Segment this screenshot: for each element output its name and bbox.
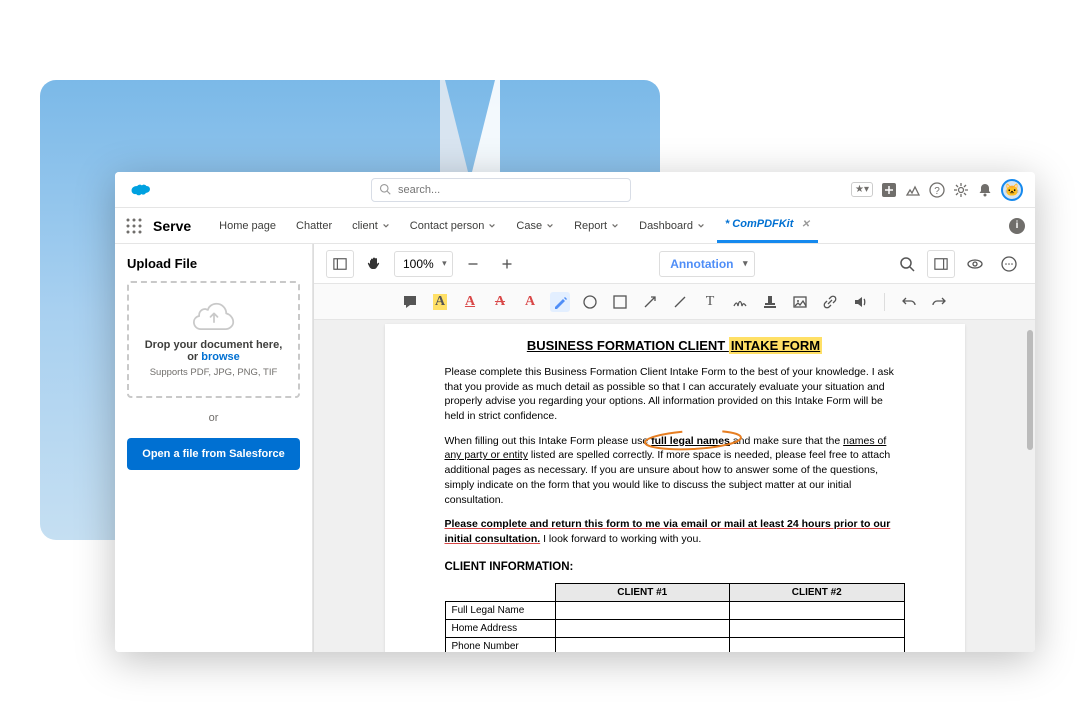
table-header: CLIENT #2	[730, 583, 905, 601]
view-mode-button[interactable]	[961, 250, 989, 278]
more-button[interactable]	[995, 250, 1023, 278]
tab-dashboard[interactable]: Dashboard	[631, 208, 713, 243]
user-avatar[interactable]: 🐱	[1001, 179, 1023, 201]
drop-zone[interactable]: Drop your document here, or browse Suppo…	[127, 281, 300, 398]
drop-text: Drop your document here, or browse	[139, 339, 288, 363]
section-heading: CLIENT INFORMATION:	[445, 561, 905, 573]
tab-client[interactable]: client	[344, 208, 398, 243]
circle-tool[interactable]	[580, 292, 600, 312]
favorites-menu[interactable]: ★▾	[851, 182, 873, 197]
salesforce-logo	[127, 182, 151, 198]
tab-case[interactable]: Case	[508, 208, 562, 243]
line-tool[interactable]	[670, 292, 690, 312]
open-from-salesforce-button[interactable]: Open a file from Salesforce	[127, 438, 300, 470]
close-icon[interactable]: ✕	[801, 219, 809, 230]
stamp-tool[interactable]	[760, 292, 780, 312]
pan-tool-button[interactable]	[360, 250, 388, 278]
upload-title: Upload File	[127, 256, 300, 271]
freetext-tool[interactable]: T	[700, 292, 720, 312]
highlight-tool[interactable]: A	[430, 292, 450, 312]
global-header: ★▾ ? 🐱	[115, 172, 1035, 208]
chevron-down-icon	[488, 222, 496, 230]
cloud-upload-icon	[193, 301, 235, 331]
upload-panel: Upload File Drop your document here, or …	[115, 244, 313, 652]
tab-contact[interactable]: Contact person	[402, 208, 505, 243]
square-tool[interactable]	[610, 292, 630, 312]
or-divider: or	[127, 412, 300, 424]
doc-paragraph: Please complete and return this form to …	[445, 517, 905, 546]
chevron-down-icon	[611, 222, 619, 230]
table-header: CLIENT #1	[555, 583, 730, 601]
mode-select[interactable]: Annotation	[659, 251, 754, 277]
undo-button[interactable]	[899, 292, 919, 312]
chevron-down-icon	[382, 222, 390, 230]
zoom-select[interactable]: 100%	[394, 251, 453, 277]
link-tool[interactable]	[820, 292, 840, 312]
note-tool[interactable]	[400, 292, 420, 312]
document-area[interactable]: BUSINESS FORMATION CLIENT INTAKE FORM Pl…	[314, 320, 1035, 652]
pdf-page: BUSINESS FORMATION CLIENT INTAKE FORM Pl…	[385, 324, 965, 652]
setup-gear-icon[interactable]	[953, 182, 969, 198]
doc-title: BUSINESS FORMATION CLIENT INTAKE FORM	[445, 338, 905, 353]
right-panel-button[interactable]	[927, 250, 955, 278]
tab-compdfkit[interactable]: * ComPDFKit✕	[717, 208, 818, 243]
search-button[interactable]	[893, 250, 921, 278]
doc-paragraph: Please complete this Business Formation …	[445, 365, 905, 424]
chevron-down-icon	[546, 222, 554, 230]
tab-home[interactable]: Home page	[211, 208, 284, 243]
strikeout-tool[interactable]: A	[490, 292, 510, 312]
help-icon[interactable]: ?	[929, 182, 945, 198]
tab-chatter[interactable]: Chatter	[288, 208, 340, 243]
search-icon	[379, 183, 391, 195]
annotation-toolbar: A A A A T	[314, 284, 1035, 320]
arrow-tool[interactable]	[640, 292, 660, 312]
table-row-label: Full Legal Name	[445, 601, 555, 619]
zoom-out-button[interactable]	[459, 250, 487, 278]
header-actions: ★▾ ? 🐱	[851, 179, 1023, 201]
browse-link[interactable]: browse	[201, 351, 240, 363]
chevron-down-icon	[697, 222, 705, 230]
table-row-label: Home Address	[445, 619, 555, 637]
drop-supports: Supports PDF, JPG, PNG, TIF	[139, 367, 288, 378]
panel-toggle-button[interactable]	[326, 250, 354, 278]
squiggly-tool[interactable]: A	[520, 292, 540, 312]
search-input[interactable]	[371, 178, 631, 202]
svg-text:?: ?	[934, 186, 940, 197]
scrollbar-thumb[interactable]	[1027, 330, 1033, 450]
viewer-toolbar-main: 100% Annotation	[314, 244, 1035, 284]
info-icon[interactable]: i	[1009, 218, 1025, 234]
app-name: Serve	[153, 218, 191, 234]
workspace: Upload File Drop your document here, or …	[115, 244, 1035, 652]
underline-tool[interactable]: A	[460, 292, 480, 312]
client-table: CLIENT #1CLIENT #2 Full Legal Name Home …	[445, 583, 905, 652]
doc-paragraph: When filling out this Intake Form please…	[445, 434, 905, 507]
trailhead-icon[interactable]	[905, 182, 921, 198]
salesforce-window: ★▾ ? 🐱 Serve Home page Chatter client Co…	[115, 172, 1035, 652]
audio-tool[interactable]	[850, 292, 870, 312]
tab-report[interactable]: Report	[566, 208, 627, 243]
highlight-annotation: INTAKE FORM	[729, 337, 822, 354]
signature-tool[interactable]	[730, 292, 750, 312]
notification-bell-icon[interactable]	[977, 182, 993, 198]
table-row-label: Phone Number	[445, 637, 555, 652]
ink-tool[interactable]	[550, 292, 570, 312]
zoom-in-button[interactable]	[493, 250, 521, 278]
pdf-viewer: 100% Annotation A A A A	[313, 244, 1035, 652]
ink-circle-annotation: full legal names	[651, 435, 730, 447]
redo-button[interactable]	[929, 292, 949, 312]
image-tool[interactable]	[790, 292, 810, 312]
app-launcher-icon[interactable]	[125, 217, 143, 235]
add-icon[interactable]	[881, 182, 897, 198]
nav-bar: Serve Home page Chatter client Contact p…	[115, 208, 1035, 244]
global-search[interactable]	[371, 178, 631, 202]
